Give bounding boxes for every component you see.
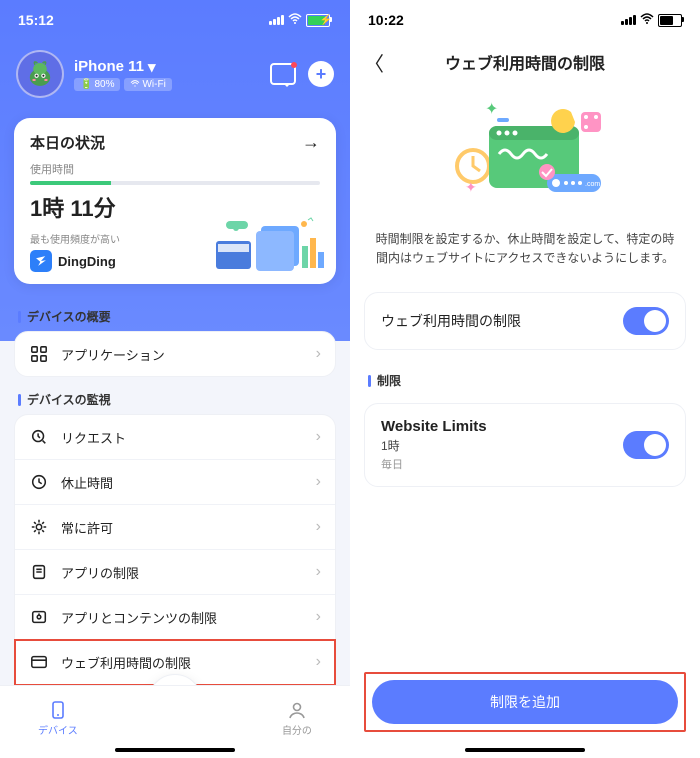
usage-label: 使用時間: [30, 161, 320, 177]
master-toggle-label: ウェブ利用時間の制限: [381, 311, 521, 331]
messages-icon[interactable]: [270, 63, 296, 85]
home-indicator: [115, 748, 235, 752]
svg-text:.com: .com: [585, 181, 600, 188]
status-time: 10:22: [368, 12, 404, 28]
usage-progress: [30, 181, 320, 185]
apps-grid-icon: [29, 344, 49, 364]
wifi-icon: [640, 12, 654, 28]
limit-time: 1時: [381, 437, 487, 454]
signal-icon: [621, 15, 636, 25]
downtime-item[interactable]: 休止時間 ›: [15, 460, 335, 505]
overview-list: アプリケーション ›: [14, 331, 336, 377]
section-device-monitor: デバイスの監視: [0, 377, 350, 414]
status-icons: ⚡: [269, 13, 332, 28]
tab-device[interactable]: デバイス: [38, 700, 78, 737]
description-text: 時間制限を設定するか、休止時間を設定して、特定の時間内はウェブサイトにアクセスで…: [350, 230, 700, 284]
back-button[interactable]: 〈: [364, 48, 384, 77]
screen-web-time-limit: 10:22 〈 ウェブ利用時間の制限 .com: [350, 0, 700, 758]
svg-text:✦: ✦: [485, 101, 498, 118]
limit-item-toggle[interactable]: [623, 431, 669, 459]
today-status-card[interactable]: 本日の状況 → 使用時間 1時 11分 最も使用頻度が高い DingDing: [14, 118, 336, 284]
clock-icon: [29, 472, 49, 492]
chevron-right-icon: ›: [316, 518, 321, 536]
gear-icon: [29, 517, 49, 537]
hero-illustration: .com ✦ ✦: [350, 84, 700, 230]
dingding-app-icon: [30, 250, 52, 272]
section-limits: 制限: [350, 358, 700, 395]
notification-dot-icon: [291, 62, 297, 68]
section-device-overview: デバイスの概要: [0, 294, 350, 331]
app-limit-item[interactable]: アプリの制限 ›: [15, 550, 335, 595]
request-icon: [29, 427, 49, 447]
device-header: iPhone 11 ▾ 🔋80% Wi-Fi +: [0, 40, 350, 108]
wifi-icon: [288, 13, 302, 28]
limit-item-card[interactable]: Website Limits 1時 毎日: [364, 403, 686, 487]
limit-frequency: 毎日: [381, 456, 487, 472]
chevron-right-icon: ›: [316, 428, 321, 446]
device-name-dropdown[interactable]: iPhone 11 ▾: [74, 58, 172, 76]
chevron-right-icon: ›: [316, 608, 321, 626]
device-avatar[interactable]: [16, 50, 64, 98]
tab-mine[interactable]: 自分の: [282, 700, 312, 737]
illustration-icon: [206, 216, 326, 276]
svg-text:✦: ✦: [465, 179, 477, 195]
status-bar: 10:22: [350, 0, 700, 40]
signal-icon: [269, 15, 284, 25]
home-indicator: [465, 748, 585, 752]
cta-wrapper: 制限を追加: [350, 664, 700, 740]
device-tab-icon: [48, 700, 68, 720]
wifi-badge: Wi-Fi: [124, 78, 171, 91]
request-item[interactable]: リクエスト ›: [15, 415, 335, 460]
battery-badge: 🔋80%: [74, 78, 120, 91]
chevron-right-icon: ›: [316, 473, 321, 491]
applications-item[interactable]: アプリケーション ›: [15, 332, 335, 376]
content-limit-item[interactable]: アプリとコンテンツの制限 ›: [15, 595, 335, 640]
page-header: 〈 ウェブ利用時間の制限: [350, 40, 700, 84]
always-allow-item[interactable]: 常に許可 ›: [15, 505, 335, 550]
most-used-app: DingDing: [58, 254, 116, 269]
chevron-down-icon: ▾: [148, 58, 156, 76]
screen-device-dashboard: 15:12 ⚡ iPhone 11 ▾ 🔋80%: [0, 0, 350, 758]
limit-name: Website Limits: [381, 418, 487, 435]
status-time: 15:12: [18, 12, 54, 28]
status-icons: [621, 12, 682, 28]
master-toggle[interactable]: [623, 307, 669, 335]
chevron-right-icon: ›: [316, 345, 321, 363]
today-title: 本日の状況: [30, 132, 105, 153]
chevron-right-icon: ›: [316, 653, 321, 671]
status-bar: 15:12 ⚡: [0, 0, 350, 40]
battery-icon: [658, 14, 682, 27]
charging-icon: ⚡: [320, 15, 332, 26]
profile-tab-icon: [287, 700, 307, 720]
hourglass-icon: [29, 562, 49, 582]
add-limit-button[interactable]: 制限を追加: [372, 680, 678, 724]
add-button[interactable]: +: [308, 61, 334, 87]
master-toggle-card: ウェブ利用時間の制限: [364, 292, 686, 350]
arrow-right-icon: →: [302, 132, 320, 153]
page-title: ウェブ利用時間の制限: [445, 50, 605, 74]
shield-icon: [29, 607, 49, 627]
chevron-right-icon: ›: [316, 563, 321, 581]
browser-icon: [29, 652, 49, 672]
